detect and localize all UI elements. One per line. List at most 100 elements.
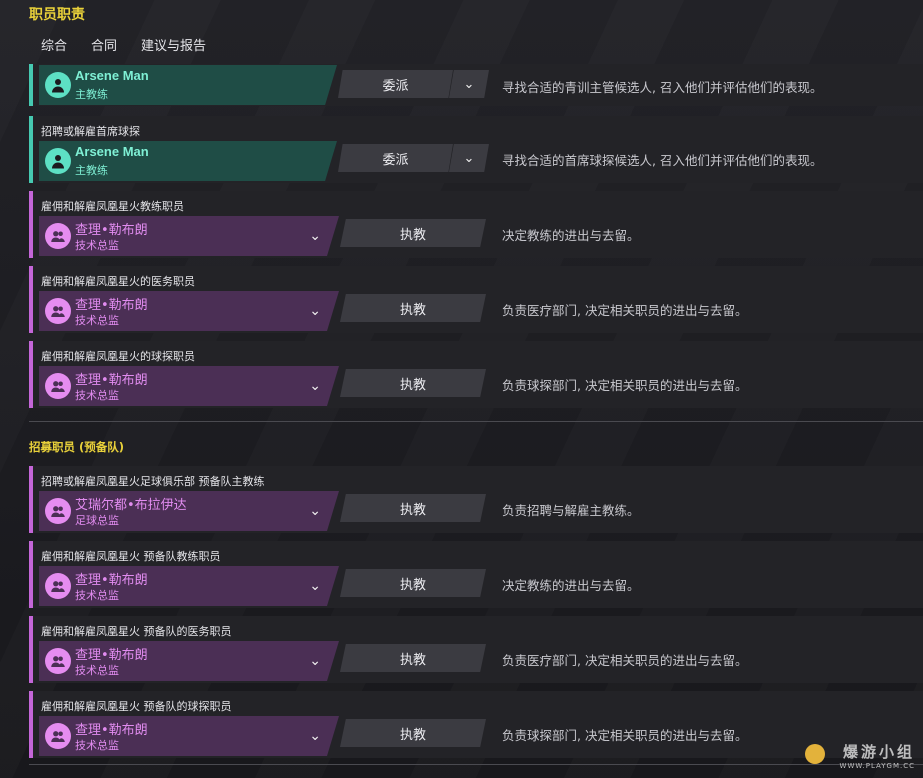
chevron-down-icon[interactable]: ⌄ xyxy=(449,144,489,172)
person-role: 技术总监 xyxy=(75,664,119,677)
duty-row-reserve-medical-staff: 雇佣和解雇凤凰星火 预备队的医务职员 查理•勒布朗 技术总监 ⌄ 执教 负责医疗… xyxy=(29,616,923,683)
duty-description: 负责球探部门, 决定相关职员的进出与去留。 xyxy=(502,378,748,393)
delegate-button[interactable]: 委派 xyxy=(338,144,453,172)
section-divider xyxy=(29,764,923,765)
duty-row-reserve-scouting-staff: 雇佣和解雇凤凰星火 预备队的球探职员 查理•勒布朗 技术总监 ⌄ 执教 负责球探… xyxy=(29,691,923,758)
person-selector[interactable]: 查理•勒布朗 技术总监 ⌄ xyxy=(39,366,339,406)
person-icon xyxy=(45,298,71,324)
duty-row-medical-staff: 雇佣和解雇凤凰星火的医务职员 查理•勒布朗 技术总监 ⌄ 执教 负责医疗部门, … xyxy=(29,266,923,333)
row-accent-bar xyxy=(29,116,33,183)
person-selector[interactable]: 查理•勒布朗 技术总监 ⌄ xyxy=(39,716,339,756)
duty-label: 雇佣和解雇凤凰星火教练职员 xyxy=(41,200,184,213)
row-accent-bar xyxy=(29,266,33,333)
watermark-title: 爆游小组 xyxy=(842,743,915,761)
coach-button[interactable]: 执教 xyxy=(340,494,486,522)
row-accent-bar xyxy=(29,541,33,608)
watermark-logo-icon xyxy=(805,744,825,764)
delegate-button[interactable]: 委派 xyxy=(338,70,453,98)
person-name: Arsene Man xyxy=(75,68,149,83)
duty-description: 决定教练的进出与去留。 xyxy=(502,578,640,593)
coach-button[interactable]: 执教 xyxy=(340,644,486,672)
chevron-down-icon[interactable]: ⌄ xyxy=(309,728,321,744)
tab-general[interactable]: 综合 xyxy=(29,34,80,67)
person-name: 查理•勒布朗 xyxy=(75,298,148,313)
duty-label: 招聘或解雇凤凰星火足球俱乐部 预备队主教练 xyxy=(41,475,265,488)
chevron-down-icon[interactable]: ⌄ xyxy=(309,303,321,319)
person-icon xyxy=(45,223,71,249)
person-icon xyxy=(45,498,71,524)
duty-row-coaching-staff: 雇佣和解雇凤凰星火教练职员 查理•勒布朗 技术总监 ⌄ 执教 决定教练的进出与去… xyxy=(29,191,923,258)
row-accent-bar xyxy=(29,466,33,533)
duty-description: 负责招聘与解雇主教练。 xyxy=(502,503,640,518)
duty-row-scouting-staff: 雇佣和解雇凤凰星火的球探职员 查理•勒布朗 技术总监 ⌄ 执教 负责球探部门, … xyxy=(29,341,923,408)
watermark-url: WWW.PLAYGM.CC xyxy=(839,762,915,770)
duty-row-reserve-coaching-staff: 雇佣和解雇凤凰星火 预备队教练职员 查理•勒布朗 技术总监 ⌄ 执教 决定教练的… xyxy=(29,541,923,608)
watermark: 爆游小组 WWW.PLAYGM.CC xyxy=(840,741,915,770)
duty-description: 寻找合适的首席球探候选人, 召入他们并评估他们的表现。 xyxy=(502,153,823,168)
chevron-down-icon[interactable]: ⌄ xyxy=(449,70,489,98)
row-accent-bar xyxy=(29,191,33,258)
duty-row-youth-director: Arsene Man 主教练 委派 ⌄ 寻找合适的青训主管候选人, 召入他们并评… xyxy=(29,64,923,106)
person-icon xyxy=(45,373,71,399)
section-divider xyxy=(29,421,923,422)
person-selector[interactable]: Arsene Man 主教练 xyxy=(39,65,337,105)
chevron-down-icon[interactable]: ⌄ xyxy=(309,578,321,594)
duty-row-reserve-manager: 招聘或解雇凤凰星火足球俱乐部 预备队主教练 艾瑞尔都•布拉伊达 足球总监 ⌄ 执… xyxy=(29,466,923,533)
person-role: 技术总监 xyxy=(75,589,119,602)
duty-description: 负责医疗部门, 决定相关职员的进出与去留。 xyxy=(502,653,748,668)
section-title: 招募职员 (预备队) xyxy=(29,440,125,454)
tab-bar: 综合 合同 建议与报告 xyxy=(29,34,218,67)
tab-advice-reports[interactable]: 建议与报告 xyxy=(129,34,218,64)
person-selector[interactable]: 查理•勒布朗 技术总监 ⌄ xyxy=(39,641,339,681)
person-selector[interactable]: Arsene Man 主教练 xyxy=(39,141,337,181)
row-accent-bar xyxy=(29,616,33,683)
duty-label: 雇佣和解雇凤凰星火的球探职员 xyxy=(41,350,195,363)
duty-label: 招聘或解雇首席球探 xyxy=(41,125,140,138)
duty-description: 寻找合适的青训主管候选人, 召入他们并评估他们的表现。 xyxy=(502,80,823,95)
person-selector[interactable]: 查理•勒布朗 技术总监 ⌄ xyxy=(39,216,339,256)
row-accent-bar xyxy=(29,691,33,758)
person-name: 查理•勒布朗 xyxy=(75,573,148,588)
page-title: 职员职责 xyxy=(29,7,85,23)
duty-description: 负责球探部门, 决定相关职员的进出与去留。 xyxy=(502,728,748,743)
duty-label: 雇佣和解雇凤凰星火 预备队的球探职员 xyxy=(41,700,232,713)
person-selector[interactable]: 查理•勒布朗 技术总监 ⌄ xyxy=(39,291,339,331)
duty-row-chief-scout: 招聘或解雇首席球探 Arsene Man 主教练 委派 ⌄ 寻找合适的首席球探候… xyxy=(29,116,923,183)
duty-label: 雇佣和解雇凤凰星火 预备队教练职员 xyxy=(41,550,221,563)
coach-button[interactable]: 执教 xyxy=(340,369,486,397)
row-accent-bar xyxy=(29,341,33,408)
person-icon xyxy=(45,573,71,599)
chevron-down-icon[interactable]: ⌄ xyxy=(309,378,321,394)
person-role: 足球总监 xyxy=(75,514,119,527)
coach-button[interactable]: 执教 xyxy=(340,719,486,747)
person-icon xyxy=(45,148,71,174)
person-role: 主教练 xyxy=(75,164,108,177)
coach-button[interactable]: 执教 xyxy=(340,569,486,597)
chevron-down-icon[interactable]: ⌄ xyxy=(309,503,321,519)
duty-label: 雇佣和解雇凤凰星火 预备队的医务职员 xyxy=(41,625,232,638)
duty-label: 雇佣和解雇凤凰星火的医务职员 xyxy=(41,275,195,288)
person-name: 查理•勒布朗 xyxy=(75,723,148,738)
person-role: 技术总监 xyxy=(75,314,119,327)
coach-button[interactable]: 执教 xyxy=(340,294,486,322)
person-role: 主教练 xyxy=(75,88,108,101)
coach-button[interactable]: 执教 xyxy=(340,219,486,247)
duty-description: 负责医疗部门, 决定相关职员的进出与去留。 xyxy=(502,303,748,318)
person-role: 技术总监 xyxy=(75,239,119,252)
duty-description: 决定教练的进出与去留。 xyxy=(502,228,640,243)
chevron-down-icon[interactable]: ⌄ xyxy=(309,228,321,244)
person-name: 查理•勒布朗 xyxy=(75,373,148,388)
person-selector[interactable]: 查理•勒布朗 技术总监 ⌄ xyxy=(39,566,339,606)
person-name: 查理•勒布朗 xyxy=(75,648,148,663)
row-accent-bar xyxy=(29,64,33,106)
person-role: 技术总监 xyxy=(75,739,119,752)
person-name: 查理•勒布朗 xyxy=(75,223,148,238)
chevron-down-icon[interactable]: ⌄ xyxy=(309,653,321,669)
person-name: Arsene Man xyxy=(75,144,149,159)
person-icon xyxy=(45,72,71,98)
person-icon xyxy=(45,648,71,674)
person-selector[interactable]: 艾瑞尔都•布拉伊达 足球总监 ⌄ xyxy=(39,491,339,531)
tab-contracts[interactable]: 合同 xyxy=(79,34,129,64)
person-name: 艾瑞尔都•布拉伊达 xyxy=(75,498,187,513)
person-icon xyxy=(45,723,71,749)
